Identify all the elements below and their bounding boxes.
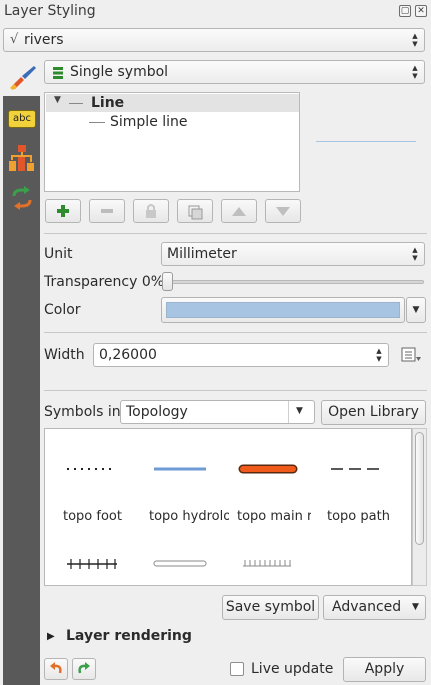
remove-layer-button[interactable] [89, 199, 125, 223]
line-preview-icon [89, 122, 105, 123]
divider [44, 390, 427, 391]
label-abc-icon[interactable]: abc [8, 110, 36, 128]
symbol-preview-topo-foot[interactable] [65, 464, 115, 474]
redo-button[interactable] [72, 658, 96, 680]
divider [288, 401, 289, 423]
tree-row-simple-line[interactable]: Simple line [46, 113, 299, 131]
apply-button[interactable]: Apply [343, 657, 426, 682]
window-title: Layer Styling [4, 3, 96, 19]
close-icon[interactable]: ✕ [415, 5, 427, 17]
symbols-in-label: Symbols in [44, 404, 121, 420]
transparency-label: Transparency 0% [44, 274, 165, 290]
symbol-label: topo hydrology [149, 509, 229, 524]
data-defined-override-icon[interactable] [399, 345, 423, 365]
advanced-label: Advanced [332, 599, 402, 615]
unit-select[interactable]: Millimeter ▲ ▼ [161, 242, 425, 266]
line-layer-icon: √ [10, 32, 19, 47]
symbol-preview-embankment[interactable] [241, 557, 293, 569]
width-value: 0,26000 [99, 347, 157, 363]
color-label: Color [44, 302, 81, 318]
layer-rendering-toggle[interactable]: ▶ Layer rendering [44, 628, 244, 648]
renderer-select[interactable]: Single symbol ▲ ▼ [44, 60, 425, 84]
add-layer-button[interactable] [45, 199, 81, 223]
symbol-label: topo foot [63, 509, 122, 524]
open-library-button[interactable]: Open Library [321, 400, 426, 425]
divider [44, 233, 427, 234]
symbol-preview-topo-main-road[interactable] [238, 461, 298, 477]
color-swatch [166, 302, 400, 318]
spin-arrows-icon: ▲ ▼ [412, 64, 418, 80]
move-up-button[interactable] [221, 199, 257, 223]
transparency-slider-handle[interactable] [162, 272, 173, 291]
symbol-layer-tree[interactable]: ▼ Line Simple line [44, 92, 300, 192]
live-update-label: Live update [251, 661, 334, 677]
chevron-down-icon: ▼ [296, 406, 303, 416]
chevron-down-icon: ▼ [412, 602, 419, 612]
symbol-group-value: Topology [126, 404, 188, 420]
color-button[interactable] [161, 297, 405, 323]
width-label: Width [44, 347, 85, 363]
unit-select-value: Millimeter [167, 246, 237, 262]
width-spinbox[interactable]: 0,26000 ▲ ▼ [93, 343, 389, 367]
title-bar: Layer Styling ▢ ✕ [0, 0, 431, 24]
divider [44, 332, 427, 333]
diagram-icon[interactable] [8, 144, 36, 172]
symbol-grid: topo foot topo hydrology topo main road … [45, 429, 411, 585]
transparency-slider[interactable] [166, 280, 424, 284]
symbol-preview-topo-path[interactable] [329, 464, 385, 474]
symbol-preview [316, 141, 416, 142]
collapse-arrow-icon: ▶ [47, 631, 55, 642]
symbol-preview-railway[interactable] [65, 557, 119, 571]
symbol-label: topo path [327, 509, 390, 524]
collapse-arrow-icon[interactable]: ▼ [54, 95, 61, 105]
advanced-button[interactable]: Advanced ▼ [323, 595, 426, 620]
duplicate-button[interactable] [177, 199, 213, 223]
symbol-label: topo main road [237, 509, 311, 524]
spin-arrows-icon[interactable]: ▲ ▼ [375, 347, 383, 363]
tree-root-label: Line [91, 95, 125, 111]
save-symbol-button[interactable]: Save symbol [222, 595, 319, 620]
library-scrollbar[interactable] [412, 428, 427, 586]
layer-select-value: rivers [24, 32, 64, 48]
tree-child-label: Simple line [110, 114, 188, 130]
unit-label: Unit [44, 246, 73, 262]
move-down-button[interactable] [265, 199, 301, 223]
symbol-group-select[interactable]: Topology ▼ [120, 400, 315, 424]
lock-button[interactable] [133, 199, 169, 223]
symbol-preview-topo-hydrology[interactable] [152, 464, 208, 474]
spin-arrows-icon: ▲ ▼ [412, 246, 418, 262]
undo-button[interactable] [44, 658, 68, 680]
symbol-library-list[interactable]: topo foot topo hydrology topo main road … [44, 428, 412, 586]
paintbrush-icon[interactable] [8, 62, 38, 92]
float-icon[interactable]: ▢ [399, 5, 411, 17]
tree-row-line[interactable]: ▼ Line [46, 94, 299, 112]
redo-icon [78, 662, 90, 674]
line-preview-icon [69, 103, 83, 104]
history-icon[interactable] [8, 186, 36, 212]
layer-select[interactable]: √ rivers ▲ ▼ [3, 28, 425, 52]
renderer-select-value: Single symbol [70, 64, 169, 80]
undo-icon [50, 662, 62, 674]
live-update-checkbox[interactable] [230, 662, 244, 676]
symbol-preview-road-outline[interactable] [152, 559, 208, 569]
scrollbar-thumb[interactable] [415, 432, 424, 545]
spin-arrows-icon: ▲ ▼ [412, 32, 418, 48]
single-symbol-icon [53, 67, 63, 79]
layer-rendering-label: Layer rendering [66, 628, 192, 644]
color-menu-button[interactable]: ▼ [406, 297, 426, 323]
sidebar: abc [3, 96, 40, 685]
